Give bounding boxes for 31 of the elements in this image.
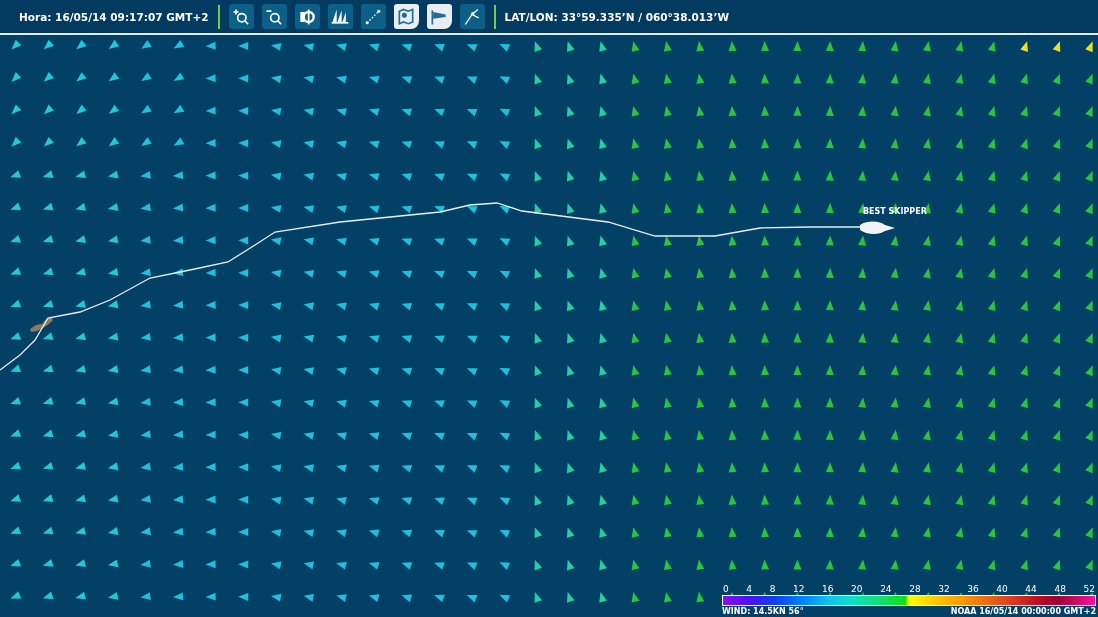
- scale-tick: 28: [909, 584, 921, 595]
- position-label: LAT/LON: 33°59.335’N / 060°38.013’W: [504, 10, 729, 23]
- scale-tick: 52: [1083, 584, 1095, 595]
- dividers-icon: [462, 6, 482, 27]
- scale-tick: 20: [851, 584, 863, 595]
- measure-button[interactable]: [360, 4, 386, 29]
- scale-tick: 0: [723, 584, 729, 595]
- scale-tick: 32: [938, 584, 950, 595]
- zoom-out-button[interactable]: [261, 4, 287, 29]
- scale-tick: 48: [1054, 584, 1066, 595]
- scale-tick: 16: [822, 584, 834, 595]
- wind-button[interactable]: [426, 4, 452, 29]
- scale-tick: 12: [793, 584, 805, 595]
- dividers-button[interactable]: [459, 4, 485, 29]
- chart-button[interactable]: [393, 4, 419, 29]
- center-button[interactable]: [294, 4, 320, 29]
- fleet-button[interactable]: [327, 4, 353, 29]
- map-icon: [396, 6, 416, 27]
- scale-tick: 4: [746, 584, 753, 595]
- time-label: Hora: 16/05/14 09:17:07 GMT+2: [19, 10, 209, 23]
- scale-tick: 36: [967, 584, 979, 595]
- scale-tick: 8: [769, 584, 776, 595]
- boat-label: BEST SKIPPER: [863, 207, 927, 216]
- scale-tick: 40: [996, 584, 1008, 595]
- zoom-in-button[interactable]: [228, 4, 254, 29]
- wind-reading: WIND: 14.5KN 56°: [722, 607, 804, 617]
- scale-tick: 24: [880, 584, 892, 595]
- boat-icon: [860, 221, 895, 234]
- model-label: NOAA 16/05/14 00:00:00 GMT+2: [950, 607, 1096, 617]
- scale-tick: 44: [1025, 584, 1037, 595]
- island: [30, 317, 53, 332]
